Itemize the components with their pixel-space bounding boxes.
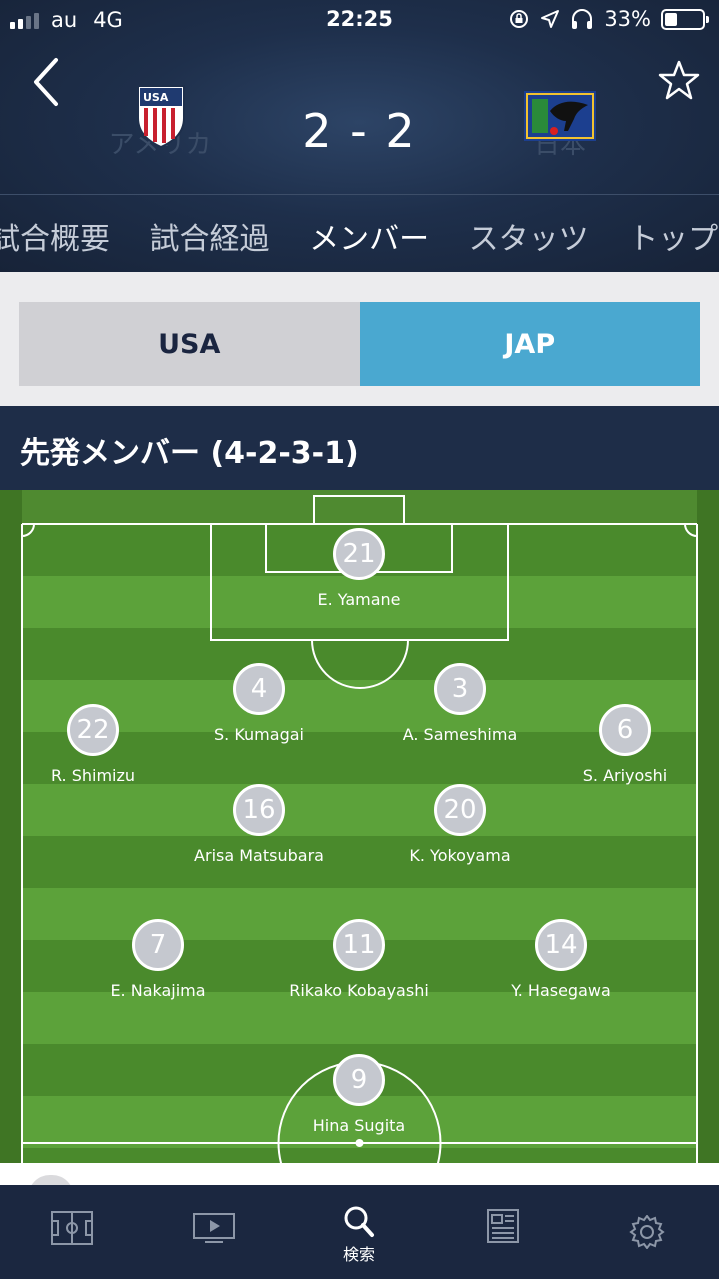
pitch: 21 E. Yamane 4 S. Kumagai 3 A. Sameshima 22 R. … bbox=[0, 490, 719, 1163]
nav-search-label: 検索 bbox=[342, 1245, 375, 1264]
player-number: 20 bbox=[434, 784, 486, 836]
location-icon bbox=[541, 10, 560, 28]
tv-icon bbox=[193, 1213, 235, 1243]
player-name: R. Shimizu bbox=[50, 766, 136, 785]
player-marker[interactable]: 9 Hina Sugita bbox=[259, 1054, 459, 1135]
back-button[interactable] bbox=[24, 56, 68, 108]
news-icon bbox=[487, 1209, 519, 1243]
svg-text:USA: USA bbox=[143, 91, 169, 104]
player-name: Hina Sugita bbox=[312, 1116, 406, 1135]
player-marker[interactable]: 22 R. Shimizu bbox=[0, 704, 193, 785]
player-number: 11 bbox=[333, 919, 385, 971]
player-number: 4 bbox=[233, 663, 285, 715]
player-marker[interactable]: 6 S. Ariyoshi bbox=[525, 704, 719, 785]
player-number: 16 bbox=[233, 784, 285, 836]
tab-overview[interactable]: 試合概要 bbox=[0, 214, 110, 258]
player-number: 3 bbox=[434, 663, 486, 715]
player-name: E. Nakajima bbox=[110, 981, 206, 1000]
player-marker[interactable]: 21 E. Yamane bbox=[259, 528, 459, 609]
player-number: 7 bbox=[132, 919, 184, 971]
headphones-icon bbox=[572, 9, 593, 29]
nav-tv[interactable] bbox=[164, 1185, 264, 1279]
player-name: E. Yamane bbox=[317, 590, 401, 609]
gear-icon bbox=[629, 1215, 665, 1249]
player-name: Rikako Kobayashi bbox=[289, 981, 429, 1000]
nav-news[interactable] bbox=[453, 1185, 553, 1279]
pitch-icon bbox=[51, 1211, 93, 1245]
player-marker[interactable]: 14 Y. Hasegawa bbox=[461, 919, 661, 1000]
lineup-title: 先発メンバー (4-2-3-1) bbox=[20, 436, 359, 471]
player-name: Arisa Matsubara bbox=[194, 846, 324, 865]
match-tabs: 試合概要 試合経過 メンバー スタッツ トッププ bbox=[0, 214, 719, 258]
nav-settings[interactable] bbox=[597, 1185, 697, 1279]
player-name: Y. Hasegawa bbox=[511, 981, 611, 1000]
status-bar: au 4G 22:25 33% bbox=[0, 0, 719, 40]
favorite-button[interactable] bbox=[657, 58, 701, 102]
player-marker[interactable]: 20 K. Yokoyama bbox=[360, 784, 560, 865]
bottom-tab-bar: 検索 bbox=[0, 1185, 719, 1279]
player-number: 9 bbox=[333, 1054, 385, 1106]
player-number: 14 bbox=[535, 919, 587, 971]
tabs-divider bbox=[0, 194, 719, 195]
app: au 4G 22:25 33% アメリカ USA bbox=[0, 0, 719, 1279]
player-name: K. Yokoyama bbox=[409, 846, 511, 865]
player-number: 6 bbox=[599, 704, 651, 756]
player-marker[interactable]: 7 E. Nakajima bbox=[58, 919, 258, 1000]
search-icon bbox=[344, 1206, 374, 1237]
tab-stats[interactable]: スタッツ bbox=[469, 214, 589, 258]
tab-top-players[interactable]: トッププ bbox=[628, 214, 719, 258]
team-toggle-jap[interactable]: JAP bbox=[359, 302, 700, 386]
team-toggle: USA JAP bbox=[19, 302, 700, 386]
player-number: 22 bbox=[67, 704, 119, 756]
team-toggle-usa[interactable]: USA bbox=[19, 302, 360, 386]
content-edge bbox=[0, 1163, 719, 1185]
tab-lineup[interactable]: メンバー bbox=[309, 214, 429, 258]
battery-icon bbox=[661, 8, 709, 30]
nav-pitch[interactable] bbox=[22, 1185, 122, 1279]
rotation-lock-icon bbox=[510, 10, 529, 28]
player-marker[interactable]: 16 Arisa Matsubara bbox=[159, 784, 359, 865]
away-team[interactable]: 日本 bbox=[480, 84, 640, 164]
star-outline-icon bbox=[658, 60, 700, 100]
tab-timeline[interactable]: 試合経過 bbox=[150, 214, 270, 258]
japan-crest-icon bbox=[524, 91, 596, 141]
battery-percent: 33% bbox=[604, 7, 651, 31]
player-number: 21 bbox=[333, 528, 385, 580]
nav-search[interactable]: 検索 bbox=[309, 1185, 409, 1279]
player-name: S. Ariyoshi bbox=[582, 766, 668, 785]
lineup-header: 先発メンバー (4-2-3-1) bbox=[0, 406, 719, 490]
player-marker[interactable]: 11 Rikako Kobayashi bbox=[259, 919, 459, 1000]
chevron-left-icon bbox=[34, 58, 58, 106]
match-header: au 4G 22:25 33% アメリカ USA bbox=[0, 0, 719, 272]
